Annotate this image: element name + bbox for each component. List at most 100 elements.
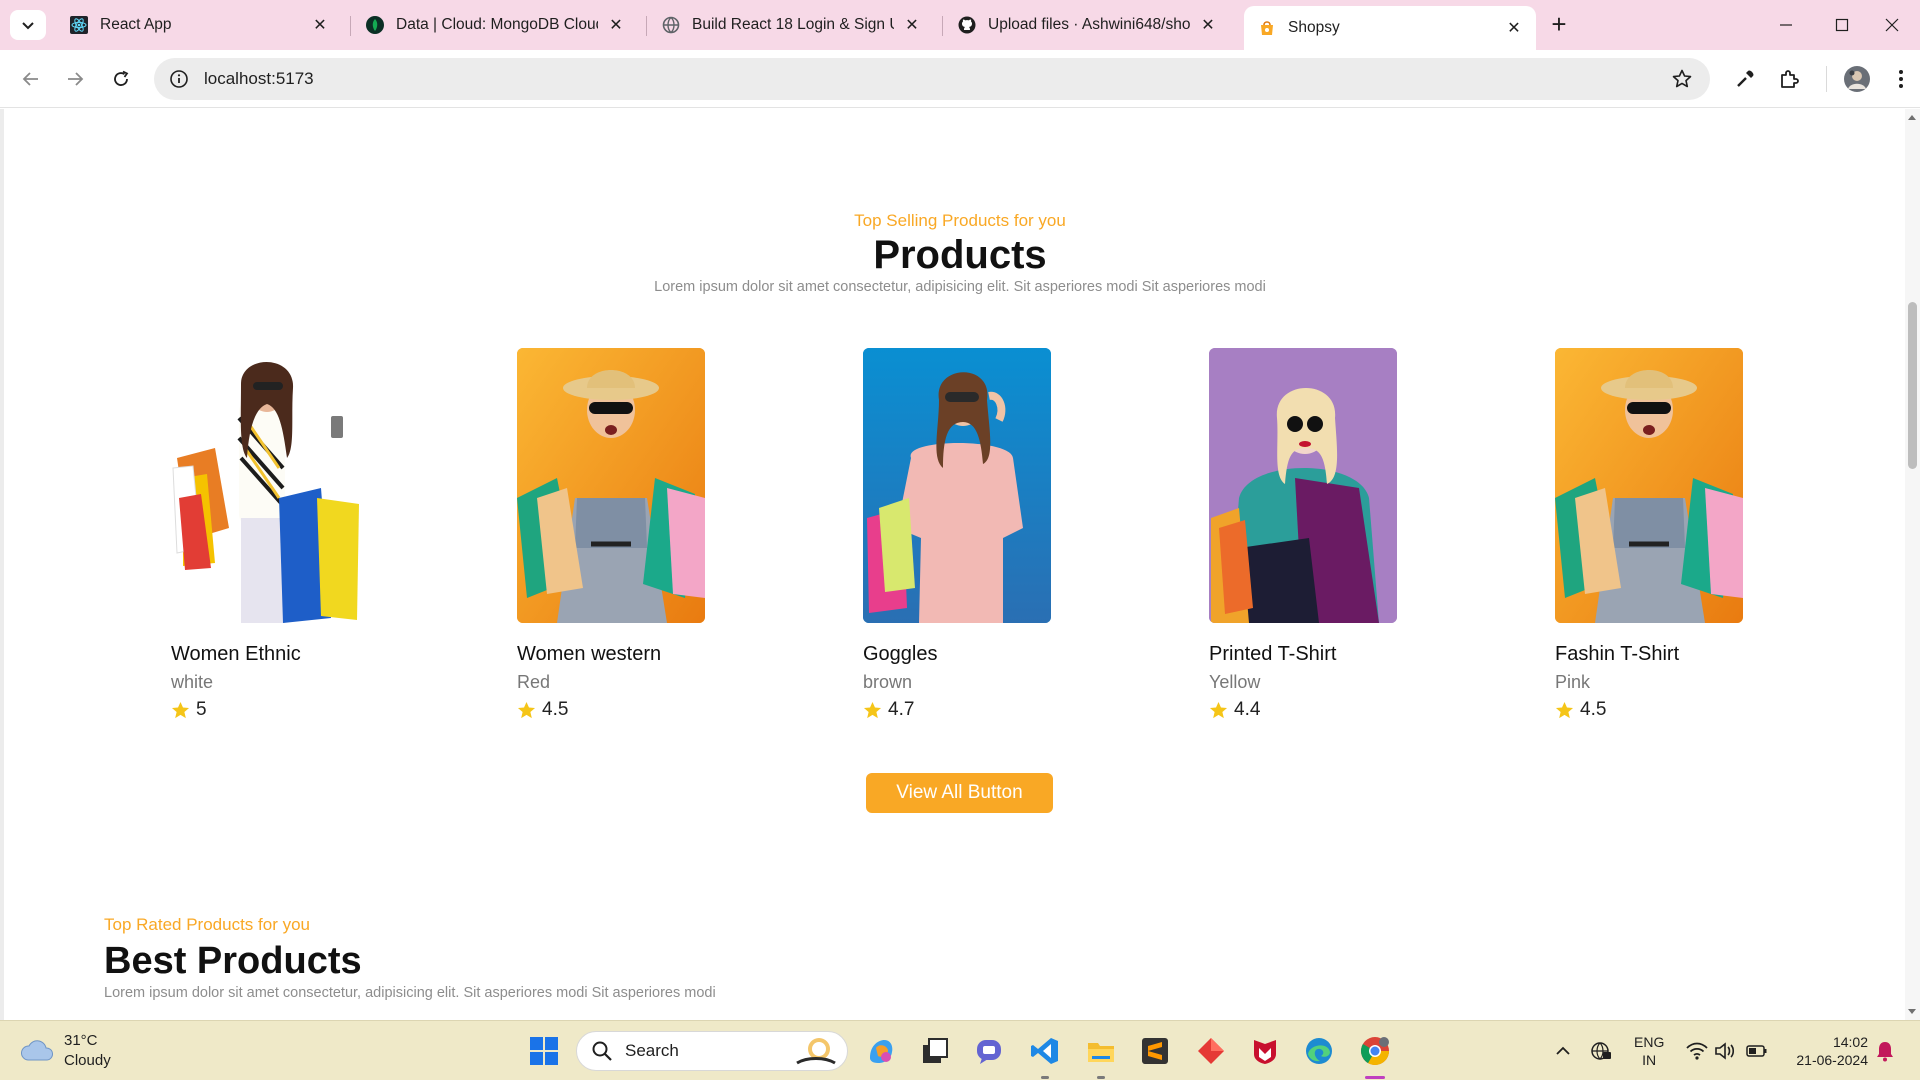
taskbar-search-label: Search [625, 1041, 679, 1060]
product-image[interactable] [171, 348, 359, 623]
cloud-icon [21, 1040, 53, 1061]
star-icon [863, 701, 882, 718]
scroll-down-arrow[interactable] [1908, 1009, 1916, 1014]
site-info-icon[interactable] [166, 66, 192, 92]
weather-widget[interactable]: 31°C Cloudy [20, 1031, 111, 1071]
react-icon [70, 16, 88, 34]
chat-icon [977, 1040, 1001, 1064]
products-description: Lorem ipsum dolor sit amet consectetur, … [654, 279, 1266, 295]
minimize-button[interactable] [1758, 8, 1814, 42]
chevron-up-icon [1556, 1046, 1570, 1055]
browser-tab-mongodb[interactable]: Data | Cloud: MongoDB Cloud ✕ [352, 8, 638, 42]
star-icon [517, 701, 536, 718]
browser-tab-github[interactable]: Upload files · Ashwini648/shops ✕ [944, 8, 1230, 42]
url-text[interactable]: localhost:5173 [204, 69, 314, 89]
file-explorer-app[interactable] [1084, 1034, 1118, 1068]
maximize-button[interactable] [1814, 8, 1870, 42]
product-image[interactable] [1209, 348, 1397, 623]
close-icon[interactable]: ✕ [902, 15, 922, 35]
teams-chat-app[interactable] [972, 1034, 1006, 1068]
git-app[interactable] [1194, 1034, 1228, 1068]
mcafee-app[interactable] [1248, 1034, 1282, 1068]
wifi-button[interactable] [1684, 1039, 1710, 1063]
scrollbar-thumb[interactable] [1908, 302, 1917, 469]
start-button[interactable] [527, 1034, 561, 1068]
notifications-button[interactable] [1872, 1039, 1898, 1063]
github-icon [958, 16, 976, 34]
copilot-icon [870, 1040, 893, 1063]
battery-button[interactable] [1744, 1039, 1770, 1063]
close-icon[interactable]: ✕ [310, 15, 330, 35]
show-hidden-icons-button[interactable] [1550, 1039, 1576, 1063]
product-name: Goggles [863, 643, 938, 665]
tab-search-button[interactable] [10, 10, 46, 40]
language-indicator[interactable]: ENG IN [1634, 1033, 1664, 1069]
task-view-app[interactable] [918, 1034, 952, 1068]
page-scrollbar[interactable] [1905, 109, 1920, 1020]
back-button[interactable] [16, 64, 46, 94]
new-tab-button[interactable]: + [1544, 11, 1574, 38]
task-view-icon [923, 1038, 948, 1063]
reload-icon [114, 70, 129, 86]
scroll-up-arrow[interactable] [1908, 115, 1916, 120]
forward-button[interactable] [60, 64, 90, 94]
rating-value: 4.7 [888, 699, 915, 720]
network-status-button[interactable] [1588, 1039, 1614, 1063]
rating-value: 4.5 [542, 699, 569, 720]
copilot-app[interactable] [864, 1034, 898, 1068]
tab-title: Build React 18 Login & Sign Up [692, 16, 894, 33]
product-card[interactable]: Printed T-Shirt Yellow 4.4 [1209, 348, 1399, 721]
close-icon[interactable]: ✕ [1504, 18, 1524, 38]
product-rating: 4.5 [517, 699, 707, 721]
close-icon[interactable]: ✕ [606, 15, 626, 35]
bookmark-star-icon[interactable] [1670, 67, 1694, 91]
eyedropper-icon[interactable] [1732, 66, 1758, 92]
weather-temperature: 31°C [64, 1032, 98, 1049]
shield-icon [1254, 1040, 1276, 1064]
chrome-app[interactable] [1358, 1034, 1392, 1068]
product-image[interactable] [517, 348, 705, 623]
product-image[interactable] [863, 348, 1051, 623]
browser-tab-build-react[interactable]: Build React 18 Login & Sign Up ✕ [648, 8, 934, 42]
view-all-button[interactable]: View All Button [866, 773, 1053, 813]
close-window-button[interactable] [1864, 8, 1920, 42]
system-clock[interactable]: 14:02 21-06-2024 [1784, 1033, 1868, 1069]
close-icon[interactable]: ✕ [1198, 15, 1218, 35]
rating-value: 5 [196, 699, 207, 720]
product-name: Fashin T-Shirt [1555, 643, 1680, 665]
taskbar-search-box[interactable]: Search [576, 1031, 848, 1071]
address-bar[interactable]: localhost:5173 [154, 58, 1710, 100]
product-card[interactable]: Women Ethnic white 5 [171, 348, 361, 721]
profile-avatar[interactable] [1843, 65, 1871, 93]
sublime-text-app[interactable] [1138, 1034, 1172, 1068]
tab-title: Data | Cloud: MongoDB Cloud [396, 16, 598, 33]
battery-icon [1746, 1045, 1767, 1057]
reload-button[interactable] [106, 64, 136, 94]
star-icon [1555, 701, 1574, 718]
chevron-down-icon [22, 22, 34, 30]
browser-tab-shopsy[interactable]: Shopsy ✕ [1244, 6, 1536, 50]
edge-app[interactable] [1302, 1034, 1336, 1068]
product-image[interactable] [1555, 348, 1743, 623]
weather-description: Cloudy [64, 1052, 111, 1069]
product-card[interactable]: Goggles brown 4.7 [863, 348, 1053, 721]
rating-value: 4.4 [1234, 699, 1261, 720]
vscode-app[interactable] [1028, 1034, 1062, 1068]
globe-icon [662, 16, 680, 34]
product-card[interactable]: Women western Red 4.5 [517, 348, 707, 721]
extensions-puzzle-icon[interactable] [1776, 66, 1802, 92]
vscode-icon [1031, 1038, 1058, 1064]
rating-value: 4.5 [1580, 699, 1607, 720]
product-card[interactable]: Fashin T-Shirt Pink 4.5 [1555, 348, 1745, 721]
minimize-icon [1780, 24, 1792, 26]
language-code: ENG [1634, 1034, 1665, 1050]
browser-tab-react-app[interactable]: React App ✕ [56, 8, 342, 42]
windows-logo-icon [530, 1037, 558, 1065]
volume-button[interactable] [1712, 1039, 1738, 1063]
speaker-icon [1715, 1042, 1735, 1060]
bell-icon [1877, 1042, 1893, 1062]
wifi-icon [1686, 1042, 1708, 1060]
tab-title: Shopsy [1288, 19, 1340, 36]
running-indicator [1041, 1076, 1049, 1079]
more-menu-icon[interactable] [1888, 66, 1914, 92]
